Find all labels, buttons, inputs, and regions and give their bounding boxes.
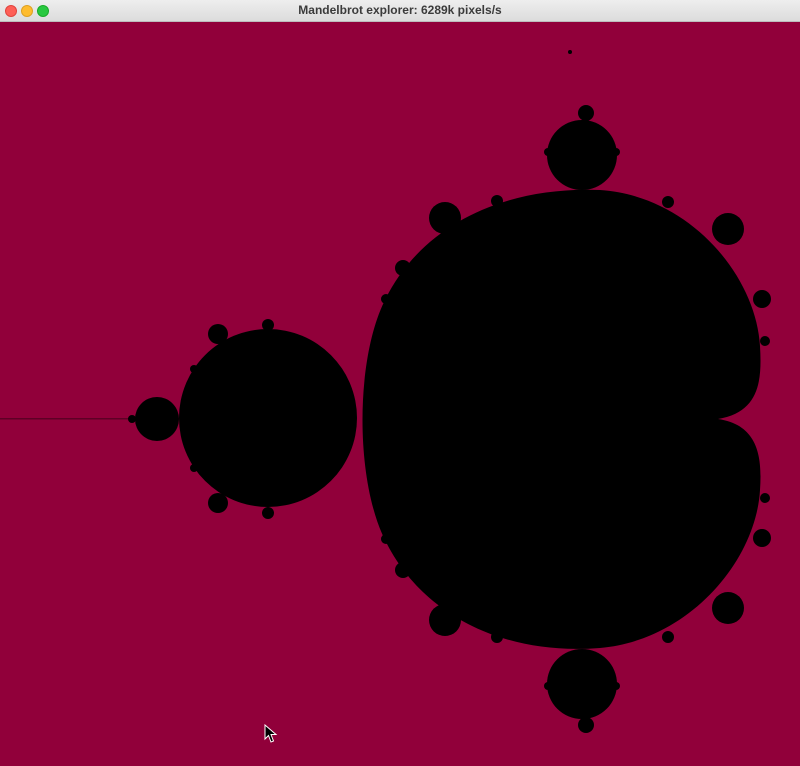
top-bulb (547, 120, 617, 190)
title-bar[interactable]: Mandelbrot explorer: 6289k pixels/s (0, 0, 800, 22)
period-two-bulb (179, 329, 357, 507)
close-icon[interactable] (5, 5, 17, 17)
arrow-cursor-icon (264, 724, 278, 743)
window-title: Mandelbrot explorer: 6289k pixels/s (298, 3, 502, 17)
period-four-bulb (135, 397, 179, 441)
app-window: Mandelbrot explorer: 6289k pixels/s (0, 0, 800, 766)
maximize-icon[interactable] (37, 5, 49, 17)
bottom-bulb (547, 649, 617, 719)
main-cardioid (362, 189, 761, 649)
minimize-icon[interactable] (21, 5, 33, 17)
mandelbrot-canvas[interactable] (0, 22, 800, 766)
